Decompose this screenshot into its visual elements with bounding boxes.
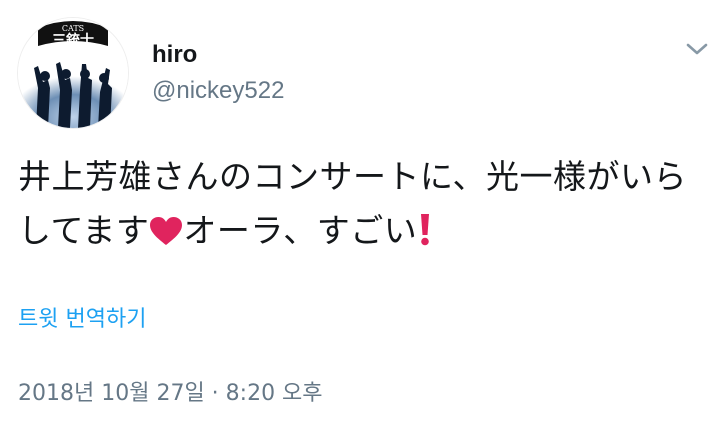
avatar-logo-top: CATS — [62, 24, 84, 33]
avatar-logo-text: 三銃士 — [52, 32, 94, 49]
tweet-menu-button[interactable] — [680, 34, 714, 64]
translate-tweet-link[interactable]: 트윗 번역하기 — [18, 306, 146, 334]
display-name[interactable]: hiro — [152, 40, 197, 70]
tweet-text-part-2: オーラ、すごい — [183, 211, 418, 250]
exclamation-icon — [417, 208, 433, 262]
avatar[interactable]: CATS 三銃士 — [18, 18, 128, 128]
chevron-down-icon — [686, 43, 708, 55]
tweet-timestamp[interactable]: 2018년 10월 27일 · 8:20 오후 — [18, 380, 323, 408]
tweet-text: 井上芳雄さんのコンサートに、光一様がいらしてます オーラ、すごい — [18, 150, 708, 262]
avatar-image: CATS 三銃士 — [18, 18, 128, 128]
red-heart-icon — [149, 208, 183, 262]
user-handle[interactable]: @nickey522 — [152, 76, 284, 106]
